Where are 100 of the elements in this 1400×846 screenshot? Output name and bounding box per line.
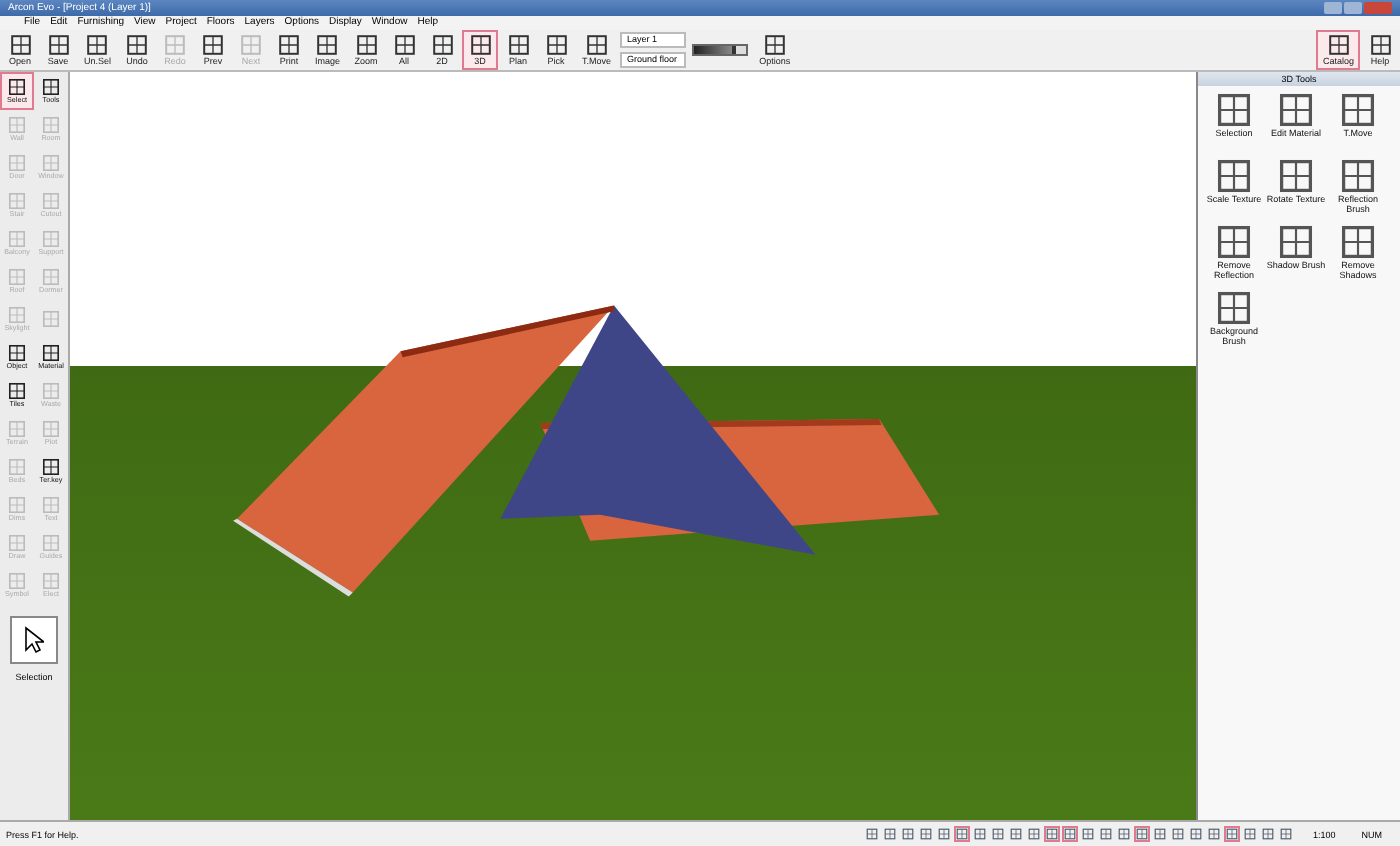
status-toggle-button[interactable]	[936, 826, 953, 842]
grid-square-icon	[469, 34, 492, 56]
grid-square-icon	[42, 192, 60, 210]
grid-square-icon	[393, 34, 416, 56]
grid-square-icon	[316, 34, 339, 56]
status-toggle-button[interactable]	[864, 826, 881, 842]
grid-square-icon	[763, 34, 786, 56]
grid-square-icon	[1216, 92, 1252, 128]
grid-square-icon	[47, 34, 69, 56]
grid-square-icon	[974, 828, 987, 840]
grid-square-icon	[42, 116, 60, 134]
status-toggle-button[interactable]	[918, 826, 935, 842]
grid-square-icon	[1216, 290, 1252, 326]
grid-square-icon	[1340, 92, 1376, 128]
status-toggle-button[interactable]	[1026, 826, 1043, 842]
grid-square-icon	[1340, 158, 1376, 194]
grid-square-icon	[884, 828, 897, 840]
grid-square-icon	[1340, 224, 1376, 260]
grid-square-icon	[956, 828, 969, 840]
grid-square-icon	[1046, 828, 1059, 840]
status-toggle-button[interactable]	[1260, 826, 1277, 842]
grid-square-icon	[545, 34, 568, 56]
grid-square-icon	[1278, 224, 1314, 260]
grid-square-icon	[1100, 828, 1113, 840]
grid-square-icon	[202, 34, 225, 56]
status-toggle-button[interactable]	[882, 826, 899, 842]
grid-square-icon	[1226, 828, 1239, 840]
grid-square-icon	[1010, 828, 1023, 840]
status-toggle-button[interactable]	[1080, 826, 1097, 842]
grid-square-icon	[1216, 158, 1252, 194]
grid-square-icon	[1278, 92, 1314, 128]
grid-square-icon	[42, 154, 60, 172]
grid-square-icon	[938, 828, 951, 840]
grid-square-icon	[278, 34, 301, 56]
grid-square-icon	[8, 230, 26, 248]
grid-square-icon	[1118, 828, 1131, 840]
grid-square-icon	[1208, 828, 1221, 840]
grid-square-icon	[431, 34, 454, 56]
status-toggle-button[interactable]	[1206, 826, 1223, 842]
grid-square-icon	[8, 572, 26, 590]
grid-square-icon	[42, 420, 60, 438]
grid-square-icon	[42, 310, 60, 328]
grid-square-icon	[585, 34, 608, 56]
status-toggle-button[interactable]	[1098, 826, 1115, 842]
grid-square-icon	[8, 78, 26, 96]
grid-square-icon	[8, 192, 26, 210]
grid-square-icon	[1064, 828, 1077, 840]
status-toggle-button[interactable]	[1008, 826, 1025, 842]
status-toggle-button[interactable]	[1044, 826, 1061, 842]
status-toggle-button[interactable]	[1062, 826, 1079, 842]
grid-square-icon	[1082, 828, 1095, 840]
status-toggle-button[interactable]	[990, 826, 1007, 842]
grid-square-icon	[992, 828, 1005, 840]
status-toggle-button[interactable]	[954, 826, 971, 842]
grid-square-icon	[1244, 828, 1257, 840]
grid-square-icon	[8, 496, 26, 514]
status-toggle-button[interactable]	[900, 826, 917, 842]
status-toggle-button[interactable]	[1278, 826, 1295, 842]
grid-square-icon	[8, 154, 26, 172]
grid-square-icon	[8, 116, 26, 134]
grid-square-icon	[920, 828, 933, 840]
cursor-icon	[24, 626, 44, 654]
status-toggle-button[interactable]	[1170, 826, 1187, 842]
status-toggle-button[interactable]	[1116, 826, 1133, 842]
grid-square-icon	[1280, 828, 1293, 840]
status-toggle-button[interactable]	[1242, 826, 1259, 842]
grid-square-icon	[42, 534, 60, 552]
grid-square-icon	[42, 458, 60, 476]
grid-square-icon	[355, 34, 378, 56]
grid-square-icon	[42, 572, 60, 590]
grid-square-icon	[1262, 828, 1275, 840]
grid-square-icon	[42, 382, 60, 400]
grid-square-icon	[8, 458, 26, 476]
grid-square-icon	[126, 34, 149, 56]
grid-square-icon	[902, 828, 915, 840]
grid-square-icon	[1190, 828, 1203, 840]
grid-square-icon	[1216, 224, 1252, 260]
grid-square-icon	[42, 496, 60, 514]
grid-square-icon	[866, 828, 879, 840]
grid-square-icon	[42, 344, 60, 362]
grid-square-icon	[8, 534, 26, 552]
grid-square-icon	[1327, 34, 1350, 56]
status-toggle-button[interactable]	[1152, 826, 1169, 842]
grid-square-icon	[1369, 34, 1391, 56]
grid-square-icon	[8, 344, 26, 362]
status-toggle-button[interactable]	[1188, 826, 1205, 842]
status-toggle-button[interactable]	[1224, 826, 1241, 842]
grid-square-icon	[86, 34, 109, 56]
grid-square-icon	[1136, 828, 1149, 840]
grid-square-icon	[8, 306, 26, 324]
grid-square-icon	[1278, 158, 1314, 194]
zoom-slider-thumb[interactable]	[693, 46, 737, 54]
grid-square-icon	[1028, 828, 1041, 840]
status-toggle-button[interactable]	[972, 826, 989, 842]
grid-square-icon	[8, 268, 26, 286]
grid-square-icon	[8, 420, 26, 438]
status-toggle-button[interactable]	[1134, 826, 1151, 842]
grid-square-icon	[8, 382, 26, 400]
grid-square-icon	[42, 78, 60, 96]
grid-square-icon	[1172, 828, 1185, 840]
